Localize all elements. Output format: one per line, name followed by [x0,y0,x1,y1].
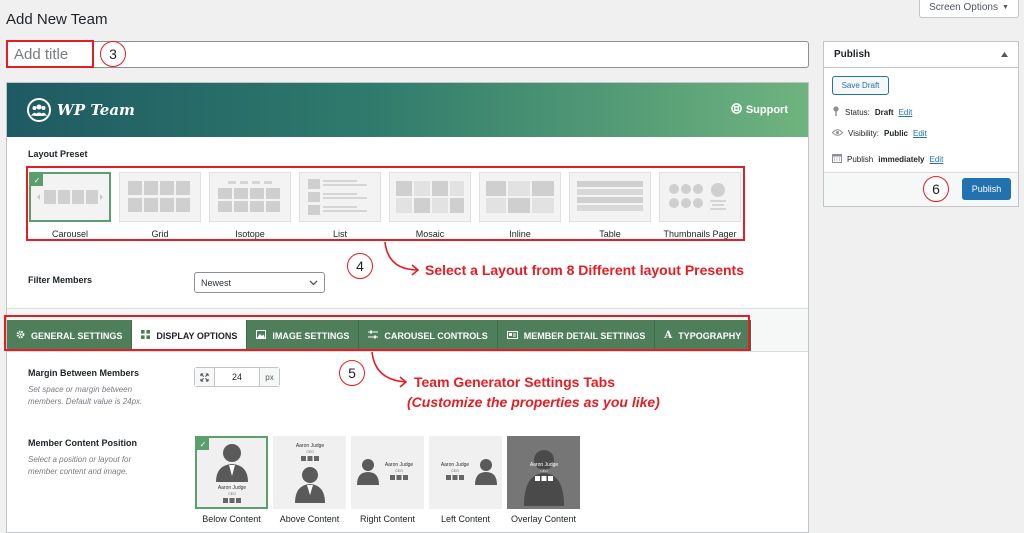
annotation-tabs-subtext: (Customize the properties as you like) [407,394,660,410]
publish-button[interactable]: Publish [962,178,1011,200]
annotation-number-6: 6 [923,176,949,202]
member-role: CEO [395,469,403,473]
publish-value: immediately [878,154,925,164]
position-above-content[interactable]: Aaron Judge CEO Above Content [273,436,346,524]
position-label: Right Content [359,514,416,524]
chevron-down-icon: ▼ [1002,4,1009,11]
member-role: CEO [228,492,236,496]
position-label: Above Content [279,514,340,524]
member-name: Aaron Judge [529,462,558,468]
content-position-options: ✓ Aaron Judge CEO Below Content Aaron Ju… [195,436,580,524]
status-row: Status: Draft Edit [832,106,912,118]
screen-options-button[interactable]: Screen Options ▼ [919,0,1019,18]
filter-members-value: Newest [201,277,232,288]
margin-input[interactable]: 24 px [194,367,280,387]
member-role: CEO [306,450,314,454]
pin-icon [832,106,840,118]
layout-preset-label: Layout Preset [28,149,88,159]
position-left-content[interactable]: Aaron Judge CEO Left Content [429,436,502,524]
publish-edit-link[interactable]: Edit [930,155,944,164]
annotation-box-tabs [4,315,750,351]
publish-header: Publish [824,42,1018,68]
lifebuoy-icon [731,103,742,117]
annotation-arrow-tabs [371,351,408,388]
status-value: Draft [874,107,894,117]
content-position-desc-line2: member content and image. [28,467,128,476]
annotation-box-layouts [26,166,745,241]
check-icon: ✓ [197,438,209,450]
eye-icon [831,129,844,138]
position-below-content[interactable]: ✓ Aaron Judge CEO Below Content [195,436,268,524]
title-input[interactable]: Add title [6,41,809,68]
annotation-tabs-text: Team Generator Settings Tabs [414,374,615,390]
position-label: Overlay Content [510,514,577,524]
publish-box: Publish Save Draft Status: Draft Edit Vi… [823,41,1019,207]
margin-title: Margin Between Members [28,368,140,378]
member-above-preview: Aaron Judge CEO [273,436,346,509]
member-right-preview: Aaron Judge CEO [351,436,424,509]
member-below-preview: ✓ Aaron Judge CEO [195,436,268,509]
annotation-box-title [6,40,94,68]
visibility-value: Public [883,129,908,138]
annotation-arrow-layouts [384,241,420,276]
member-name: Aaron Judge [295,443,324,449]
status-edit-link[interactable]: Edit [899,108,913,117]
status-label: Status: [845,107,870,117]
filter-members-select[interactable]: Newest [194,272,325,293]
support-label: Support [745,104,788,116]
visibility-edit-link[interactable]: Edit [913,129,927,138]
publish-title: Publish [834,49,871,60]
page-title: Add New Team [6,11,108,28]
calendar-icon [832,153,842,165]
screen-options-label: Screen Options [929,2,998,13]
content-position-title: Member Content Position [28,438,138,448]
position-overlay-content[interactable]: Aaron Judge CEO Overlay Content [507,436,580,524]
visibility-row: Visibility: Public Edit [831,129,927,138]
member-role: CEO [451,469,459,473]
member-left-preview: Aaron Judge CEO [429,436,502,509]
position-label: Below Content [202,514,261,524]
margin-desc-line2: members. Default value is 24px. [28,397,143,406]
team-generator-panel: WP Team Support Layout Preset ✓ Carousel… [6,82,809,533]
content-position-desc-line1: Select a position or layout for [28,455,132,464]
schedule-row: Publish immediately Edit [832,153,943,165]
member-name: Aaron Judge [217,485,246,491]
margin-value: 24 [231,372,242,382]
save-draft-button[interactable]: Save Draft [832,76,889,95]
collapse-icon[interactable] [1001,49,1008,60]
annotation-number-3: 3 [100,41,126,67]
filter-members-label: Filter Members [28,275,93,285]
support-link[interactable]: Support [731,103,788,117]
team-logo-icon [27,98,51,122]
publish-label: Publish [847,154,874,164]
margin-desc-line1: Set space or margin between [28,385,133,394]
position-right-content[interactable]: Aaron Judge CEO Right Content [351,436,424,524]
wp-team-logo: WP Team [27,98,135,122]
member-name: Aaron Judge [440,462,469,468]
plugin-header: WP Team Support [7,83,808,137]
arrows-expand-icon [195,368,215,386]
member-overlay-preview: Aaron Judge CEO [507,436,580,509]
brand-name: WP Team [57,101,135,119]
visibility-label: Visibility: [848,129,879,138]
position-label: Left Content [440,514,491,524]
annotation-layouts-text: Select a Layout from 8 Different layout … [425,262,744,278]
margin-unit: px [259,368,279,386]
member-role: CEO [540,469,548,473]
chevron-down-icon [309,278,318,288]
member-name: Aaron Judge [384,462,413,468]
